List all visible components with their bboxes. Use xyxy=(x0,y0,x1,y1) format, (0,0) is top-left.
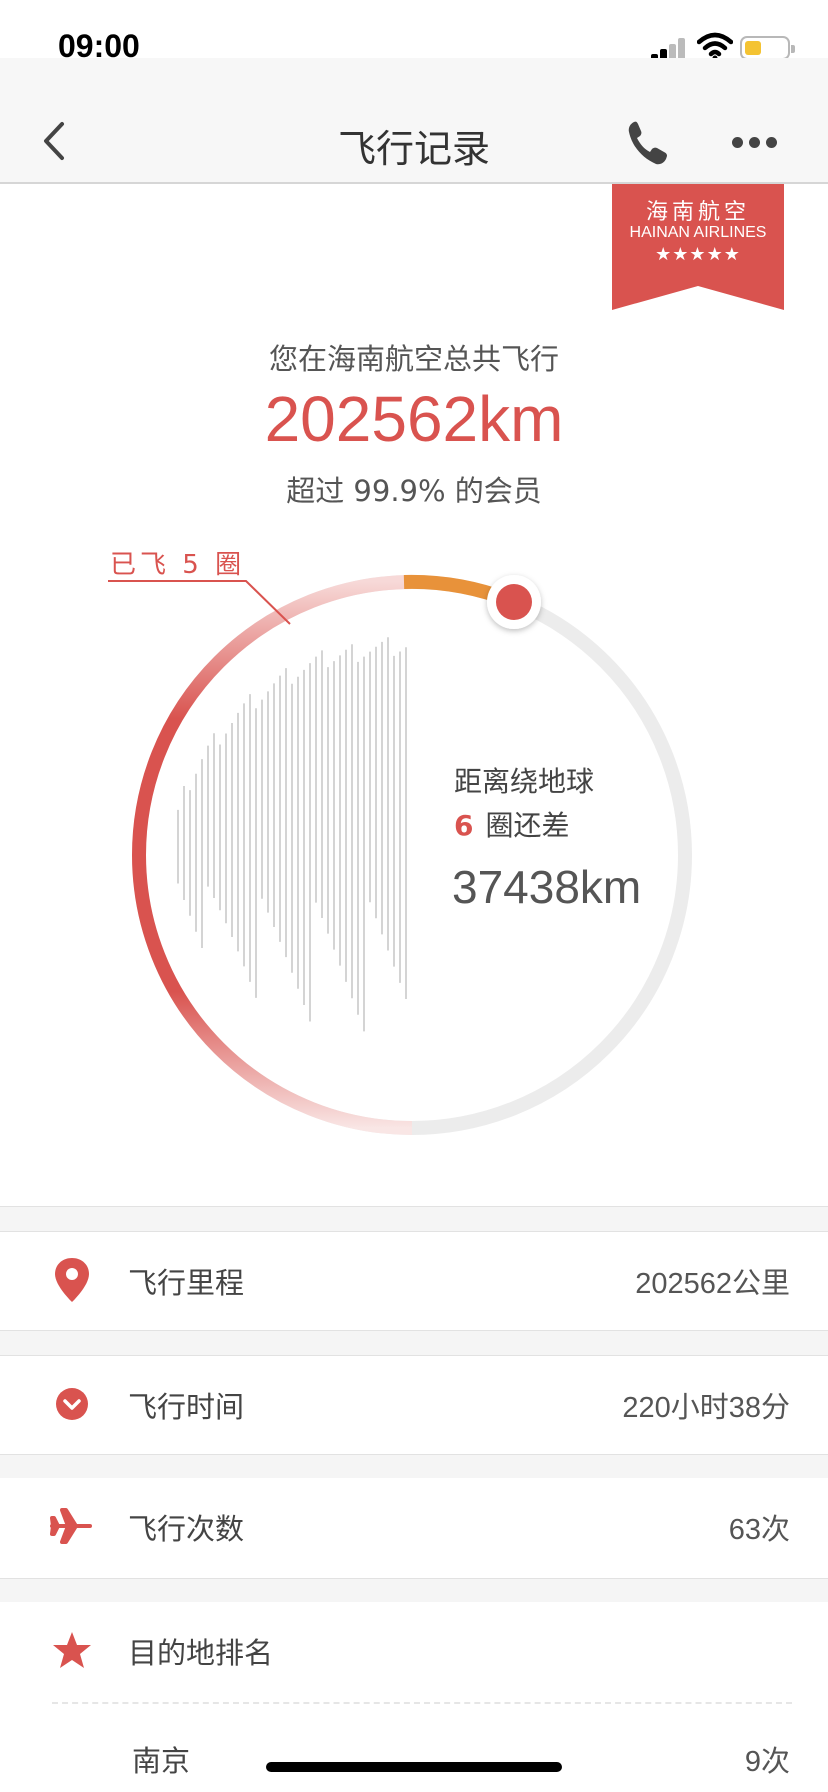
globe-lines xyxy=(177,637,407,1032)
remaining-laps-number: 6 xyxy=(454,809,474,842)
clock-icon xyxy=(56,1388,88,1420)
more-icon[interactable] xyxy=(728,134,780,150)
ring-progress xyxy=(132,575,413,1135)
location-pin-icon xyxy=(55,1258,89,1302)
airplane-icon xyxy=(50,1508,92,1544)
stat-label: 飞行里程 xyxy=(128,1266,245,1300)
remaining-laps-text: 圈还差 xyxy=(485,809,570,842)
section-gap xyxy=(0,1578,828,1604)
phone-icon[interactable] xyxy=(626,120,668,166)
home-indicator[interactable] xyxy=(266,1762,562,1772)
destination-count: 9次 xyxy=(744,1746,790,1778)
laps-flown-label: 已飞 5 圈 xyxy=(110,550,246,580)
stat-row-distance[interactable]: 飞行里程 202562公里 xyxy=(0,1232,828,1328)
badge-name-cn: 海南航空 xyxy=(645,200,750,225)
nav-bar: 飞行记录 xyxy=(0,58,828,184)
airline-badge: 海南航空 HAINAN AIRLINES ★★★★★ xyxy=(612,184,784,310)
stat-value: 220小时38分 xyxy=(622,1392,790,1424)
stat-label: 飞行次数 xyxy=(128,1512,245,1546)
progress-knob-dot xyxy=(496,584,532,620)
stat-row-time[interactable]: 飞行时间 220小时38分 xyxy=(0,1356,828,1452)
earth-progress-ring xyxy=(108,574,692,1135)
stat-value: 63次 xyxy=(728,1514,790,1546)
battery-icon xyxy=(740,36,795,60)
badge-stars: ★★★★★ xyxy=(655,244,741,265)
remaining-laps: 6 圈还差 xyxy=(454,804,570,844)
stat-row-destinations[interactable]: 目的地排名 xyxy=(0,1602,828,1698)
stat-label: 目的地排名 xyxy=(128,1636,274,1670)
summary-label: 您在海南航空总共飞行 xyxy=(268,342,559,376)
remaining-title: 距离绕地球 xyxy=(454,765,595,798)
badge-name-en: HAINAN AIRLINES xyxy=(629,224,767,241)
page-title: 飞行记录 xyxy=(337,127,490,171)
divider xyxy=(52,1702,792,1704)
section-gap xyxy=(0,1454,828,1480)
section-gap xyxy=(0,1206,828,1232)
status-bar: 09:00 xyxy=(0,0,828,64)
member-rank: 超过 99.9% 的会员 xyxy=(286,474,542,508)
remaining-distance: 37438km xyxy=(452,861,642,913)
stat-row-flights[interactable]: 飞行次数 63次 xyxy=(0,1478,828,1574)
destination-row[interactable]: 南京 9次 xyxy=(0,1728,828,1788)
stat-value: 202562公里 xyxy=(635,1268,790,1300)
total-distance: 202562km xyxy=(264,383,564,455)
section-gap xyxy=(0,1330,828,1356)
star-icon xyxy=(53,1632,91,1668)
destination-city: 南京 xyxy=(132,1744,191,1778)
stat-label: 飞行时间 xyxy=(128,1390,245,1424)
laps-leader-line xyxy=(108,580,291,625)
